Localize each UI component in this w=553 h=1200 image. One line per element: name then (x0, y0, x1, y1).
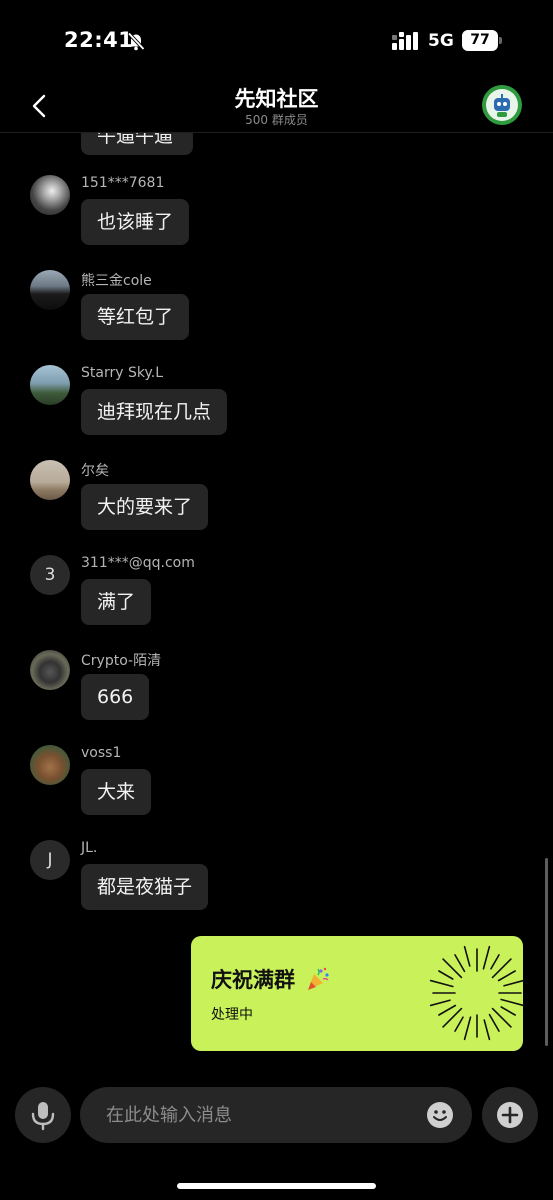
message-bubble[interactable]: 大的要来了 (81, 484, 209, 530)
burst-ray (429, 979, 454, 988)
burst-ray (488, 1013, 500, 1032)
add-attachment-button[interactable] (482, 1087, 538, 1143)
celebration-title: 庆祝满群 (211, 968, 295, 992)
composer (0, 1086, 553, 1144)
sender-name: 尔矣 (81, 463, 109, 479)
sender-name: JL. (81, 840, 98, 856)
battery-level: 77 (462, 30, 498, 51)
burst-ray (503, 979, 525, 987)
message-item: 3 311***@qq.com 满了 (0, 555, 553, 650)
message-bubble[interactable]: 都是夜猫子 (81, 864, 209, 910)
message-bubble[interactable]: 也该睡了 (81, 199, 190, 245)
burst-ray (483, 1019, 491, 1041)
nav-bar: 先知社区 500 群成员 (0, 80, 553, 133)
plus-icon (497, 1102, 523, 1128)
scrollbar[interactable] (545, 858, 548, 1046)
burst-ray (454, 1016, 464, 1032)
sender-name: 151***7681 (81, 175, 165, 191)
firework-burst-icon (429, 945, 525, 1041)
burst-ray (429, 999, 451, 1007)
microphone-icon (31, 1102, 55, 1131)
sender-name: Crypto-陌清 (81, 653, 162, 669)
burst-ray (438, 970, 454, 980)
message-item: 151***7681 也该睡了 (0, 175, 553, 270)
sender-name: 熊三金cole (81, 273, 152, 289)
battery-icon: 77 (462, 30, 502, 51)
avatar[interactable] (30, 365, 70, 405)
status-bar: 22:41 5G 77 (0, 0, 553, 80)
message-bubble-partial[interactable]: 牛逼牛逼 (81, 133, 193, 155)
burst-ray (463, 945, 471, 967)
celebration-card[interactable]: 庆祝满群 处理中 (191, 936, 525, 1051)
battery-tip (499, 37, 502, 44)
burst-ray (497, 970, 516, 982)
robot-icon (486, 89, 518, 121)
message-bubble[interactable]: 大来 (81, 769, 152, 815)
message-bubble[interactable]: 等红包了 (81, 294, 190, 340)
emoji-button[interactable] (426, 1101, 454, 1129)
member-count: 500 群成员 (245, 113, 308, 127)
sender-name: Starry Sky.L (81, 365, 163, 381)
message-item: Starry Sky.L 迪拜现在几点 (0, 365, 553, 460)
avatar[interactable]: 3 (30, 555, 70, 595)
burst-ray (463, 1016, 472, 1041)
smiley-icon (427, 1102, 453, 1128)
message-item: Crypto-陌清 666 (0, 650, 553, 745)
avatar[interactable] (30, 460, 70, 500)
celebration-status: 处理中 (211, 1007, 253, 1023)
message-item: voss1 大来 (0, 745, 553, 840)
burst-ray (438, 1004, 457, 1016)
message-input[interactable] (80, 1087, 472, 1143)
burst-ray (454, 954, 466, 973)
avatar[interactable] (30, 745, 70, 785)
burst-ray (500, 998, 525, 1007)
bell-off-icon (126, 31, 146, 51)
avatar[interactable] (30, 650, 70, 690)
signal-icon (392, 32, 420, 50)
burst-ray (482, 945, 491, 970)
sender-name: voss1 (81, 745, 122, 761)
network-type: 5G (428, 31, 454, 51)
message-text: 牛逼牛逼 (97, 133, 174, 147)
message-item: 熊三金cole 等红包了 (0, 270, 553, 365)
avatar[interactable] (30, 270, 70, 310)
group-avatar[interactable] (482, 85, 522, 125)
message-item: 尔矣 大的要来了 (0, 460, 553, 555)
avatar[interactable]: J (30, 840, 70, 880)
avatar[interactable] (30, 175, 70, 215)
chat-messages[interactable]: 牛逼牛逼 151***7681 也该睡了 熊三金cole 等红包了 Starry… (0, 133, 553, 1058)
message-bubble[interactable]: 迪拜现在几点 (81, 389, 228, 435)
sender-name: 311***@qq.com (81, 555, 195, 571)
party-popper-icon (305, 966, 331, 992)
home-indicator (177, 1183, 376, 1189)
burst-ray (500, 1006, 516, 1016)
voice-button[interactable] (15, 1087, 71, 1143)
message-bubble[interactable]: 666 (81, 674, 150, 720)
burst-ray (490, 954, 500, 970)
page-title: 先知社区 (234, 87, 319, 111)
message-item: J JL. 都是夜猫子 (0, 840, 553, 935)
status-time: 22:41 (64, 28, 134, 52)
message-bubble[interactable]: 满了 (81, 579, 152, 625)
